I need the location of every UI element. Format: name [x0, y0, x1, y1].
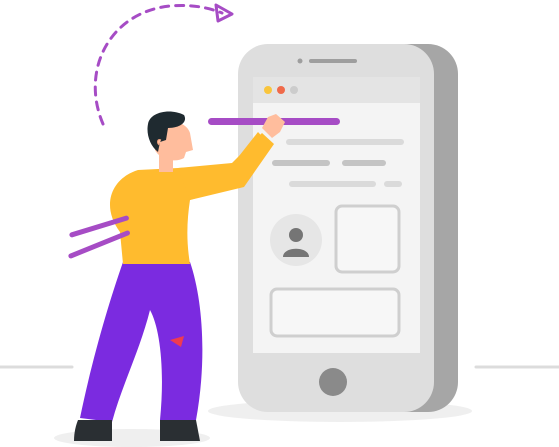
phone-speaker	[309, 59, 357, 63]
left-shoe	[74, 420, 112, 441]
illustration-canvas	[0, 3, 559, 447]
home-button-icon	[319, 368, 347, 396]
pants	[80, 262, 203, 422]
dashed-arc	[93, 4, 224, 126]
window-dot-red	[277, 86, 285, 94]
input-placeholder-box	[269, 287, 401, 338]
placeholder-line-2a	[272, 160, 330, 166]
phone	[238, 44, 458, 412]
right-shoe	[160, 420, 200, 441]
illustration-stage	[0, 0, 559, 447]
window-dot-gray	[290, 86, 298, 94]
motion-arc	[93, 3, 234, 126]
triangle-icon	[214, 3, 234, 23]
placeholder-line-1	[286, 139, 404, 145]
phone-camera	[297, 58, 303, 64]
window-dot-yellow	[264, 86, 272, 94]
placeholder-line-3b	[384, 181, 402, 187]
placeholder-line-2b	[342, 160, 386, 166]
image-placeholder-card	[334, 204, 401, 274]
placeholder-line-3a	[289, 181, 376, 187]
